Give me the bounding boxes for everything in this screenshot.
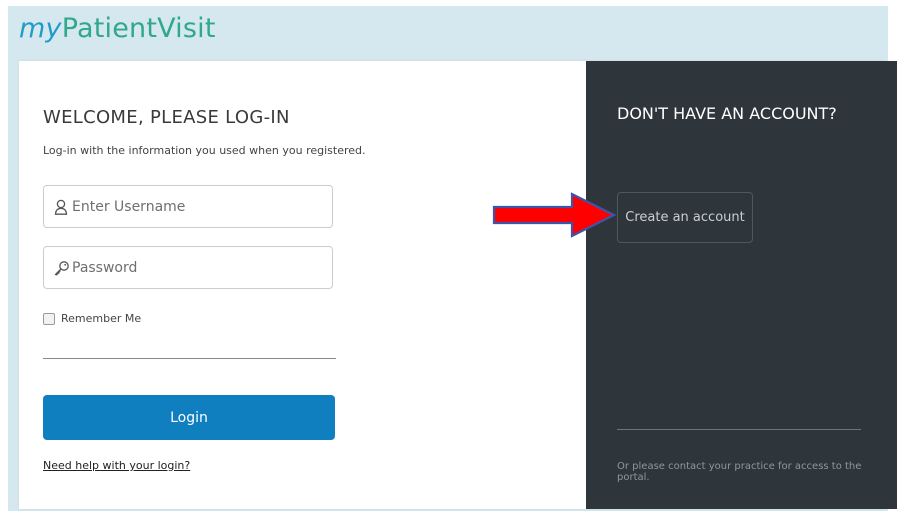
brand-logo-prefix: my [19, 13, 62, 44]
password-field[interactable] [43, 246, 333, 289]
key-icon [53, 259, 71, 277]
signup-heading: DON'T HAVE AN ACCOUNT? [617, 104, 837, 123]
login-button[interactable]: Login [43, 395, 335, 440]
user-icon [53, 198, 71, 216]
contact-practice-text: Or please contact your practice for acce… [617, 461, 862, 483]
red-arrow-icon [492, 192, 617, 238]
create-account-button[interactable]: Create an account [617, 192, 753, 243]
login-card: WELCOME, PLEASE LOG-IN Log-in with the i… [19, 61, 897, 509]
username-field[interactable] [43, 185, 333, 228]
signup-divider [617, 429, 861, 430]
username-input[interactable] [72, 186, 322, 227]
login-help-link[interactable]: Need help with your login? [43, 459, 190, 472]
brand-logo: myPatientVisit [19, 13, 216, 44]
brand-logo-name: PatientVisit [61, 13, 216, 44]
login-heading: WELCOME, PLEASE LOG-IN [43, 107, 290, 128]
login-subtitle: Log-in with the information you used whe… [43, 144, 366, 157]
login-panel: WELCOME, PLEASE LOG-IN Log-in with the i… [19, 61, 586, 509]
remember-me[interactable]: Remember Me [43, 312, 141, 325]
page-frame: myPatientVisit WELCOME, PLEASE LOG-IN Lo… [8, 6, 897, 511]
signup-panel: DON'T HAVE AN ACCOUNT? Create an account… [586, 61, 897, 509]
password-input[interactable] [72, 247, 322, 288]
login-divider [43, 358, 336, 359]
remember-me-label: Remember Me [61, 312, 142, 325]
remember-me-checkbox[interactable] [43, 312, 55, 325]
